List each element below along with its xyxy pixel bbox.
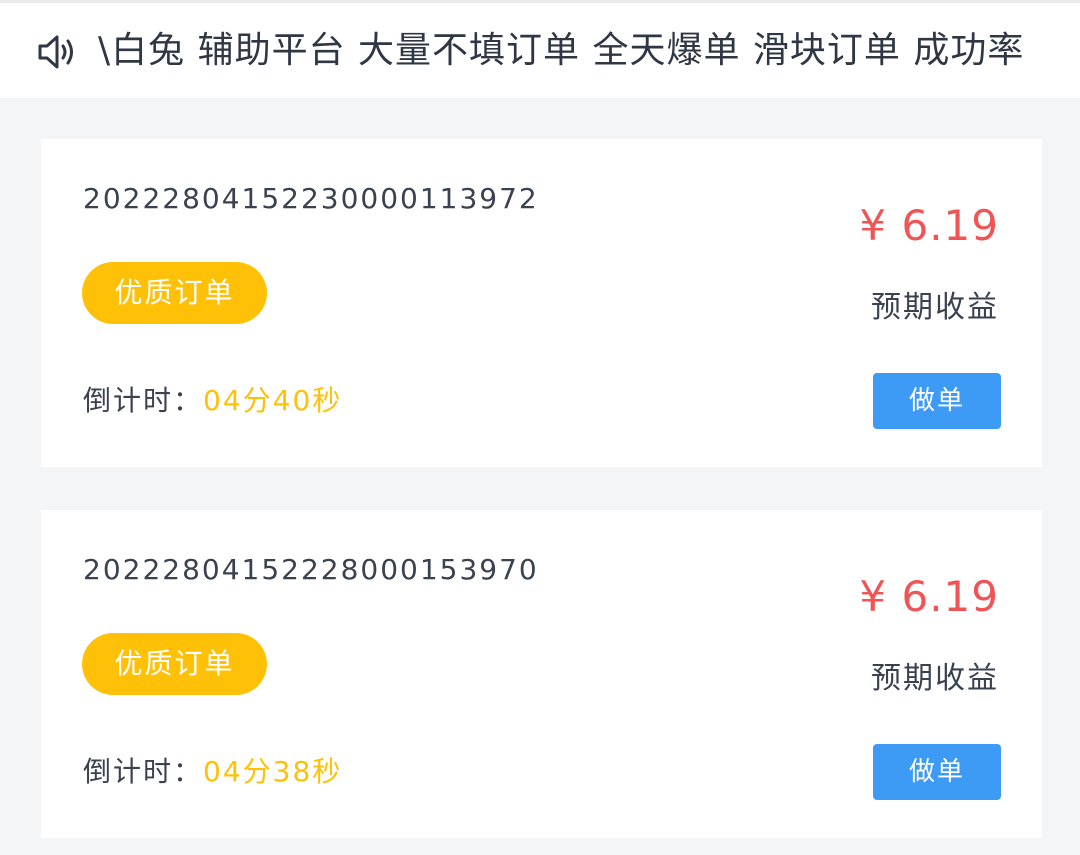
notice-marquee-text: \白兔 辅助平台 大量不填订单 全天爆单 滑块订单 成功率	[98, 30, 1025, 71]
do-order-button[interactable]: 做单	[873, 373, 1001, 429]
quality-order-badge: 优质订单	[82, 262, 267, 324]
notice-bar: \白兔 辅助平台 大量不填订单 全天爆单 滑块订单 成功率	[0, 0, 1080, 98]
order-price: ¥ 6.19	[859, 572, 999, 621]
order-card: 20222804152230000113972 优质订单 倒计时：04分40秒 …	[41, 139, 1042, 467]
expected-earnings-label: 预期收益	[871, 290, 999, 325]
speaker-icon	[38, 35, 73, 69]
quality-order-badge: 优质订单	[82, 633, 267, 695]
countdown: 倒计时：04分38秒	[83, 754, 342, 790]
countdown-value: 04分38秒	[203, 755, 343, 788]
order-price: ¥ 6.19	[859, 201, 999, 250]
countdown-label: 倒计时：	[83, 384, 204, 417]
do-order-button[interactable]: 做单	[873, 744, 1001, 800]
countdown-label: 倒计时：	[83, 755, 204, 788]
expected-earnings-label: 预期收益	[871, 661, 999, 696]
countdown: 倒计时：04分40秒	[83, 383, 342, 419]
countdown-value: 04分40秒	[203, 384, 343, 417]
order-number: 20222804152230000113972	[83, 182, 539, 215]
order-number: 20222804152228000153970	[83, 553, 539, 586]
order-card: 20222804152228000153970 优质订单 倒计时：04分38秒 …	[41, 510, 1042, 838]
